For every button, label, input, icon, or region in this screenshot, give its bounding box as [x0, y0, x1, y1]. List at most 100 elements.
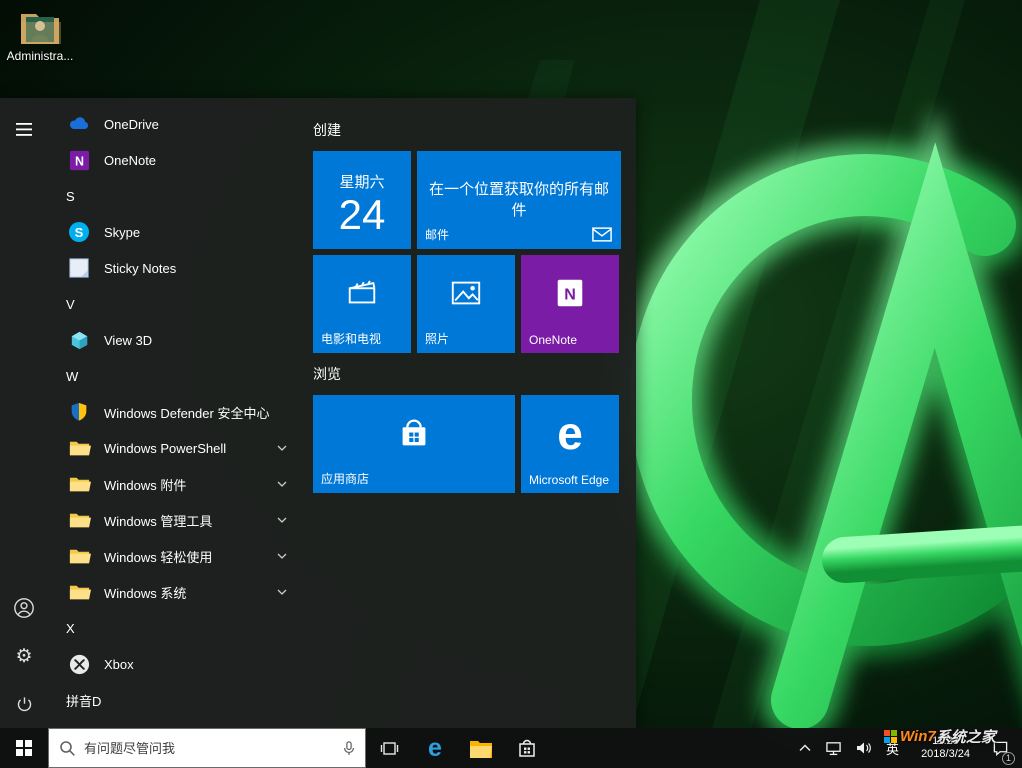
tray-overflow-button[interactable]: [792, 728, 818, 768]
chevron-up-icon: [799, 744, 811, 752]
folder-icon: [66, 507, 92, 533]
tile-label-photos: 照片: [425, 330, 449, 347]
folder-icon: [66, 543, 92, 569]
hamburger-menu-button[interactable]: [0, 105, 48, 153]
tile-label-movies: 电影和电视: [321, 330, 381, 347]
app-item-label: Xbox: [104, 657, 134, 672]
section-header-v[interactable]: V: [48, 286, 305, 322]
app-item-label: Sticky Notes: [104, 261, 176, 276]
defender-icon: [66, 399, 92, 425]
app-item-onedrive[interactable]: OneDrive: [48, 106, 305, 142]
tile-photos[interactable]: 照片: [417, 255, 515, 353]
section-letter: X: [66, 621, 75, 636]
network-icon: [825, 740, 842, 756]
app-item-view-3d[interactable]: View 3D: [48, 322, 305, 358]
chevron-down-icon: [277, 517, 287, 523]
calendar-day: 星期六: [313, 171, 411, 192]
calendar-date: 24: [313, 192, 411, 238]
onedrive-icon: [66, 111, 92, 137]
windows-logo-icon: [16, 740, 32, 756]
chevron-down-icon: [277, 553, 287, 559]
folder-icon: [66, 435, 92, 461]
user-account-button[interactable]: [0, 584, 48, 632]
view-3d-icon: [66, 327, 92, 353]
microphone-icon[interactable]: [341, 740, 357, 757]
system-tray: 英 11:23 2018/3/24: [792, 728, 1022, 768]
power-button[interactable]: [0, 680, 48, 728]
app-item-onenote[interactable]: N OneNote: [48, 142, 305, 178]
action-center-button[interactable]: [985, 728, 1016, 768]
tile-group-title-browse: 浏览: [313, 364, 341, 384]
section-letter: 拼音D: [66, 691, 101, 710]
app-item-label: Windows 管理工具: [104, 511, 212, 530]
input-language-label: 英: [886, 739, 899, 758]
app-item-label: Windows Defender 安全中心: [104, 403, 269, 422]
taskbar-edge-button[interactable]: e: [412, 728, 458, 768]
desktop-icon-label: Administra...: [4, 49, 76, 63]
search-icon: [59, 740, 76, 757]
tile-store[interactable]: 应用商店: [313, 395, 515, 493]
hamburger-icon: [16, 123, 32, 136]
tray-volume-button[interactable]: [849, 728, 879, 768]
store-icon: [517, 738, 537, 759]
onenote-icon: N: [66, 147, 92, 173]
chevron-down-icon: [277, 589, 287, 595]
app-item-xbox[interactable]: Xbox: [48, 646, 305, 682]
tile-calendar[interactable]: 星期六 24: [313, 151, 411, 249]
start-button[interactable]: [0, 728, 48, 768]
taskbar-store-button[interactable]: [504, 728, 550, 768]
search-input[interactable]: [84, 741, 341, 756]
edge-icon: e: [521, 395, 619, 471]
folder-item-windows-admin-tools[interactable]: Windows 管理工具: [48, 502, 305, 538]
tile-edge[interactable]: e Microsoft Edge: [521, 395, 619, 493]
folder-item-windows-ease-of-access[interactable]: Windows 轻松使用: [48, 538, 305, 574]
app-item-label: View 3D: [104, 333, 152, 348]
section-header-w[interactable]: W: [48, 358, 305, 394]
app-item-skype[interactable]: S Skype: [48, 214, 305, 250]
desktop-icon-administrator[interactable]: Administra...: [4, 8, 76, 63]
file-explorer-icon: [469, 738, 493, 759]
power-icon: [15, 695, 34, 714]
section-letter: S: [66, 189, 75, 204]
app-item-sticky-notes[interactable]: Sticky Notes: [48, 250, 305, 286]
tile-label-store: 应用商店: [321, 470, 369, 487]
chevron-down-icon: [277, 445, 287, 451]
app-item-label: Windows 轻松使用: [104, 547, 212, 566]
gear-icon: ⚙: [15, 647, 32, 666]
speaker-icon: [856, 741, 872, 755]
tile-label-onenote: OneNote: [529, 333, 577, 347]
folder-item-windows-powershell[interactable]: Windows PowerShell: [48, 430, 305, 466]
svg-text:N: N: [75, 154, 84, 168]
tray-network-button[interactable]: [818, 728, 849, 768]
tray-clock-button[interactable]: 11:23 2018/3/24: [906, 728, 985, 768]
tile-label-mail: 邮件: [425, 226, 449, 243]
tile-mail[interactable]: 在一个位置获取你的所有邮件 邮件: [417, 151, 621, 249]
clapperboard-icon: [313, 255, 411, 331]
app-item-windows-defender[interactable]: Windows Defender 安全中心: [48, 394, 305, 430]
store-bag-icon: [313, 395, 515, 471]
folder-icon: [66, 471, 92, 497]
task-view-button[interactable]: [366, 728, 412, 768]
folder-item-windows-system[interactable]: Windows 系统: [48, 574, 305, 610]
section-header-x[interactable]: X: [48, 610, 305, 646]
section-letter: V: [66, 297, 75, 312]
folder-item-windows-accessories[interactable]: Windows 附件: [48, 466, 305, 502]
tray-language-button[interactable]: 英: [879, 728, 906, 768]
settings-button[interactable]: ⚙: [0, 632, 48, 680]
action-center-icon: [992, 740, 1009, 756]
section-header-pinyin-d[interactable]: 拼音D: [48, 682, 305, 718]
taskbar: e 英 11:23 2018/3/24: [0, 728, 1022, 768]
edge-icon: e: [428, 736, 442, 761]
section-header-s[interactable]: S: [48, 178, 305, 214]
desktop: Administra... ⚙: [0, 0, 1022, 768]
tile-movies-tv[interactable]: 电影和电视: [313, 255, 411, 353]
taskbar-search[interactable]: [48, 728, 366, 768]
onenote-tile-icon: N: [521, 255, 619, 331]
tile-onenote[interactable]: N OneNote: [521, 255, 619, 353]
taskbar-file-explorer-button[interactable]: [458, 728, 504, 768]
clock-time: 11:23: [921, 735, 970, 748]
tile-group-title-create: 创建: [313, 120, 341, 140]
app-item-label: Windows 附件: [104, 475, 186, 494]
tile-label-edge: Microsoft Edge: [529, 473, 609, 487]
clock-date: 2018/3/24: [921, 748, 970, 761]
